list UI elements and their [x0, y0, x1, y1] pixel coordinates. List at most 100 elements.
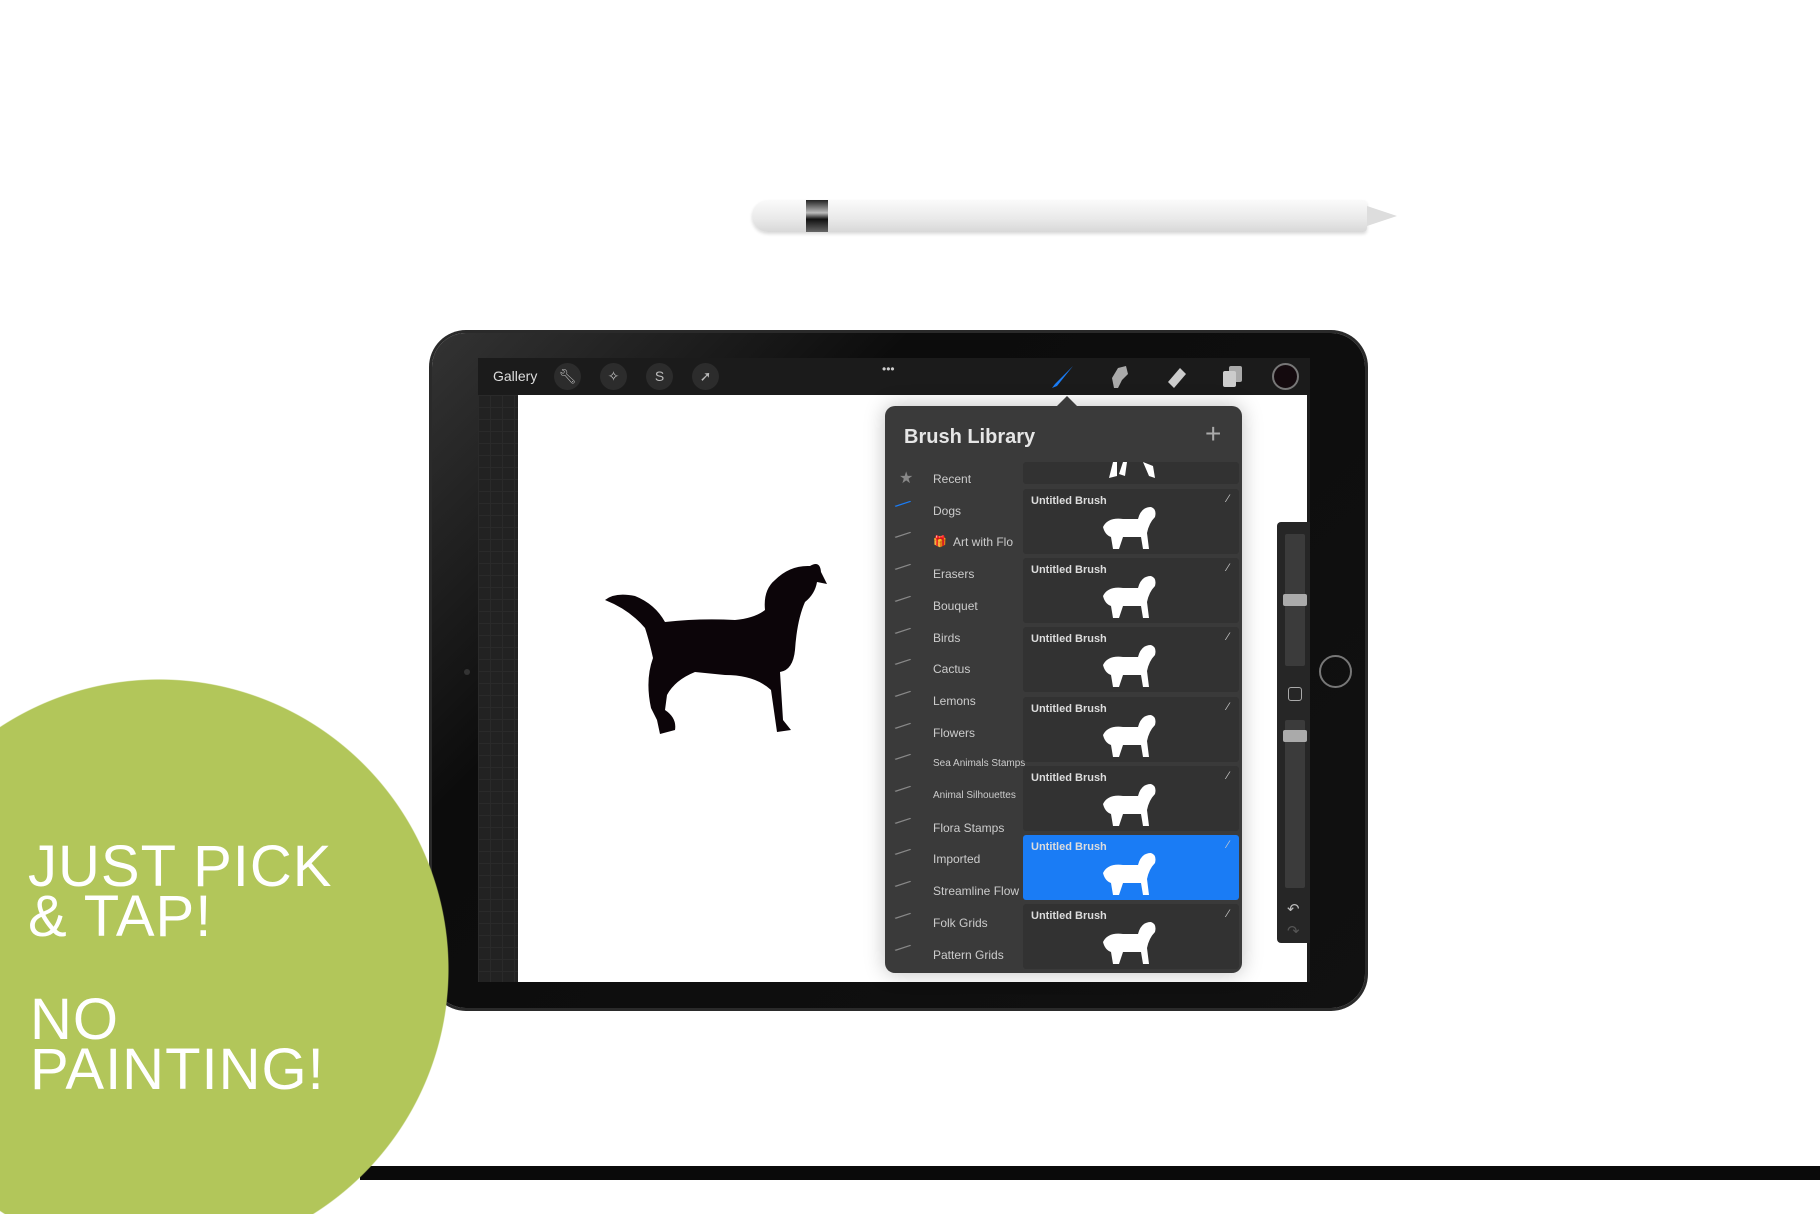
brush-set-lemons[interactable]: ⁄ Lemons: [895, 685, 1019, 713]
brush-set-folk-grids[interactable]: ⁄ Folk Grids: [895, 907, 1019, 935]
brush-stroke-icon: ⁄: [894, 907, 912, 927]
transform-arrow-icon[interactable]: ➚: [692, 363, 719, 390]
brush-set-art-with-flo[interactable]: ⁄ 🎁 Art with Flo: [895, 527, 1019, 554]
brush-set-label: Birds: [933, 630, 961, 645]
brush-stroke-preview-icon: ⁄: [1227, 839, 1229, 851]
brush-stroke-icon: ⁄: [894, 622, 912, 642]
brush-set-label: Streamline Flow: [933, 884, 1020, 899]
brush-set-erasers[interactable]: ⁄ Erasers: [895, 559, 1019, 586]
smudge-icon[interactable]: [1108, 364, 1132, 390]
brush-set-dogs[interactable]: ⁄ Dogs: [895, 495, 1019, 523]
color-swatch[interactable]: [1272, 363, 1299, 390]
star-icon: ★: [899, 470, 914, 487]
dog-brush-thumbnail: [1103, 507, 1156, 549]
brush-set-recent[interactable]: ★ Recent: [899, 467, 1019, 491]
brush-set-streamline-flow[interactable]: ⁄ Streamline Flow: [895, 876, 1020, 903]
brush-stroke-icon: ⁄: [894, 685, 912, 705]
dog-brush-thumbnail: [1103, 576, 1156, 619]
brush-cell-partial[interactable]: [1023, 462, 1239, 484]
brush-stroke-icon: ⁄: [894, 875, 912, 895]
brush-stroke-icon: ⁄: [894, 748, 912, 768]
brush-stroke-icon: ⁄: [894, 495, 912, 515]
toolbar: Gallery 🔧︎ ✧ S ➚ •••: [478, 358, 1310, 395]
brush-set-flora-stamps[interactable]: ⁄ Flora Stamps: [895, 812, 1019, 840]
side-sliders: ↶ ↷: [1277, 522, 1310, 943]
brush-set-label: Lemons: [933, 693, 976, 708]
panel-title: Brush Library: [904, 426, 1036, 448]
brush-set-label: Cactus: [933, 662, 971, 677]
brush-set-label: Dogs: [933, 503, 962, 518]
brush-set-imported[interactable]: ⁄ Imported: [895, 844, 1019, 871]
brush-cell[interactable]: Untitled Brush ⁄: [1023, 489, 1239, 554]
brush-stroke-icon: ⁄: [894, 780, 912, 800]
undo-icon[interactable]: ↶: [1287, 900, 1300, 918]
brush-set-birds[interactable]: ⁄ Birds: [895, 622, 1019, 650]
dog-silhouette: [605, 564, 827, 734]
brush-library-panel: Brush Library + ★ Recent ⁄ Dogs ⁄ 🎁 Art with …: [885, 396, 1242, 973]
apple-pencil: [752, 200, 1397, 232]
brush-stroke-preview-icon: ⁄: [1227, 908, 1229, 921]
brush-set-label: Recent: [933, 472, 972, 486]
brush-set-sea-animals-stamps[interactable]: ⁄ Sea Animals Stamps: [895, 749, 1026, 776]
brush-set-label: Sea Animals Stamps: [933, 758, 1026, 770]
redo-icon[interactable]: ↷: [1287, 922, 1300, 940]
promo-line-2: NO PAINTING!: [30, 987, 325, 1102]
add-brush-button[interactable]: +: [1205, 418, 1221, 450]
brush-set-label: Animal Silhouettes: [933, 790, 1016, 801]
magic-wand-icon[interactable]: ✧: [600, 363, 627, 390]
camera-dot: [464, 669, 470, 675]
brush-set-label: Bouquet: [933, 598, 978, 613]
brush-stroke-icon: ⁄: [894, 939, 912, 959]
layers-icon[interactable]: [1220, 364, 1244, 390]
brush-set-label: Pattern Grids: [933, 947, 1004, 962]
dog-brush-thumbnail: [1103, 922, 1156, 965]
modify-button[interactable]: [1288, 687, 1302, 701]
dog-brush-thumbnail: [1103, 714, 1156, 757]
brush-stroke-icon: ⁄: [894, 653, 912, 673]
opacity-slider[interactable]: [1283, 720, 1307, 888]
gallery-button[interactable]: Gallery: [493, 368, 537, 384]
home-button[interactable]: [1319, 655, 1352, 688]
brush-stroke-preview-icon: ⁄: [1227, 769, 1229, 782]
eraser-icon[interactable]: [1164, 364, 1190, 390]
promo-line-1: JUST PICK & TAP!: [28, 834, 333, 949]
brush-stroke-icon: ⁄: [894, 590, 912, 610]
brush-set-bouquet[interactable]: ⁄ Bouquet: [895, 590, 1019, 618]
brush-stroke-preview-icon: ⁄: [1227, 631, 1229, 644]
brush-cell[interactable]: Untitled Brush ⁄: [1023, 765, 1239, 831]
brush-set-label: Flowers: [933, 725, 976, 740]
canvas-margin: [478, 395, 518, 982]
dog-brush-thumbnail: [1103, 783, 1156, 826]
brush-cell[interactable]: Untitled Brush ⁄: [1023, 558, 1239, 624]
brush-cell[interactable]: Untitled Brush ⁄: [1023, 835, 1239, 900]
wrench-icon[interactable]: 🔧︎: [554, 363, 581, 390]
brush-size-slider[interactable]: [1283, 534, 1307, 666]
brush-set-cactus[interactable]: ⁄ Cactus: [895, 654, 1019, 681]
brush-stroke-preview-icon: ⁄: [1227, 562, 1229, 575]
brush-set-label: Imported: [933, 852, 981, 867]
gift-icon: 🎁: [933, 536, 947, 549]
brush-set-pattern-grids[interactable]: ⁄ Pattern Grids: [895, 939, 1019, 967]
brush-set-flowers[interactable]: ⁄ Flowers: [895, 717, 1019, 745]
brush-stroke-icon: ⁄: [894, 717, 912, 737]
brush-stroke-icon: ⁄: [894, 526, 912, 546]
brush-icon[interactable]: [1049, 364, 1075, 390]
more-menu[interactable]: •••: [882, 362, 895, 376]
brush-cell[interactable]: Untitled Brush ⁄: [1023, 904, 1239, 970]
brush-set-label: Flora Stamps: [933, 820, 1005, 835]
brush-set-label: Art with Flo: [953, 535, 1014, 550]
brush-cell[interactable]: Untitled Brush ⁄: [1023, 627, 1239, 693]
dog-brush-thumbnail: [1103, 853, 1156, 895]
brush-set-label: Erasers: [933, 567, 975, 582]
brush-stroke-icon: ⁄: [894, 843, 912, 863]
brush-stroke-preview-icon: ⁄: [1227, 700, 1229, 713]
brush-set-label: Folk Grids: [933, 915, 988, 930]
brush-set-animal-silhouettes[interactable]: ⁄ Animal Silhouettes: [895, 781, 1019, 808]
brush-cell[interactable]: Untitled Brush ⁄: [1023, 696, 1239, 762]
brush-stroke-icon: ⁄: [894, 558, 912, 578]
brush-stroke-icon: ⁄: [894, 812, 912, 832]
selection-icon[interactable]: S: [646, 363, 673, 390]
dog-brush-thumbnail: [1103, 645, 1156, 688]
floor-line: [360, 1166, 1820, 1180]
brush-stroke-preview-icon: ⁄: [1227, 493, 1229, 505]
